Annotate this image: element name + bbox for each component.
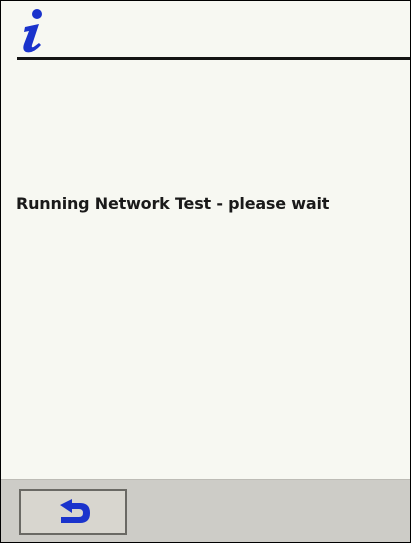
header-divider	[17, 57, 410, 60]
status-message: Running Network Test - please wait	[16, 194, 330, 213]
window-frame: Running Network Test - please wait	[0, 0, 411, 543]
header	[1, 1, 410, 60]
info-icon	[23, 9, 42, 53]
back-arrow-icon	[60, 499, 90, 523]
bottom-toolbar	[1, 479, 410, 542]
back-button[interactable]	[19, 489, 127, 535]
